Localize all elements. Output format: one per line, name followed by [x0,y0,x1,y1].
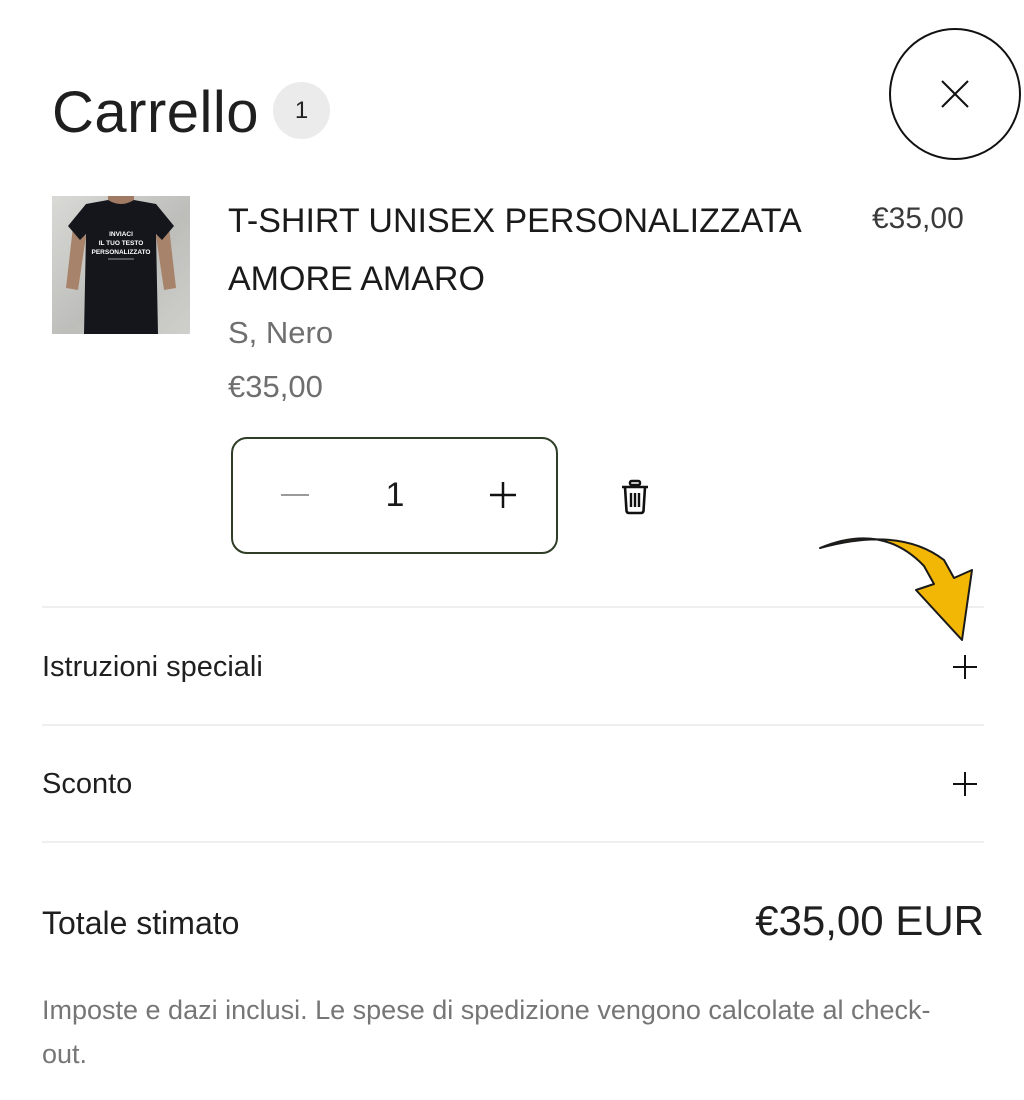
tax-shipping-note: Imposte e dazi inclusi. Le spese di sped… [42,995,931,1069]
quantity-stepper [231,437,558,554]
increase-quantity-button[interactable] [481,473,525,517]
tshirt-illustration: INVIACI IL TUO TESTO PERSONALIZZATO [66,196,176,334]
special-instructions-expand-button[interactable] [946,648,984,686]
divider [42,724,984,726]
product-name-link[interactable]: T-SHIRT UNISEX PERSONALIZZATA AMORE AMAR… [228,192,838,308]
line-item-price: €35,00 [872,202,964,235]
special-instructions-toggle[interactable]: Istruzioni speciali [42,647,263,687]
discount-toggle[interactable]: Sconto [42,764,132,804]
close-icon [941,80,969,108]
divider [42,841,984,843]
shirt-print-line-2: IL TUO TESTO [99,240,144,247]
remove-item-button[interactable] [612,474,658,520]
cart-title: Carrello [52,80,260,145]
estimated-total-label: Totale stimato [42,905,240,941]
product-image[interactable]: INVIACI IL TUO TESTO PERSONALIZZATO [52,196,190,334]
discount-expand-button[interactable] [946,765,984,803]
decrease-quantity-button[interactable] [273,473,317,517]
quantity-input[interactable] [373,469,417,521]
plus-icon [490,482,516,508]
minus-icon [281,494,309,496]
cart-drawer: Carrello 1 INVIACI IL TUO TESTO PERSONAL… [0,0,1024,1100]
trash-icon [622,479,648,515]
product-unit-price: €35,00 [228,369,323,404]
estimated-total-value: €35,00 EUR [755,897,984,944]
close-button[interactable] [889,28,1021,160]
shirt-print-line-3: PERSONALIZZATO [92,249,151,256]
cart-count-badge: 1 [273,82,330,139]
product-variant: S, Nero [228,315,334,350]
annotation-arrow-icon [819,537,973,641]
divider [42,606,984,608]
plus-icon [953,772,977,796]
shirt-print-line-1: INVIACI [109,231,133,238]
plus-icon [953,655,977,679]
